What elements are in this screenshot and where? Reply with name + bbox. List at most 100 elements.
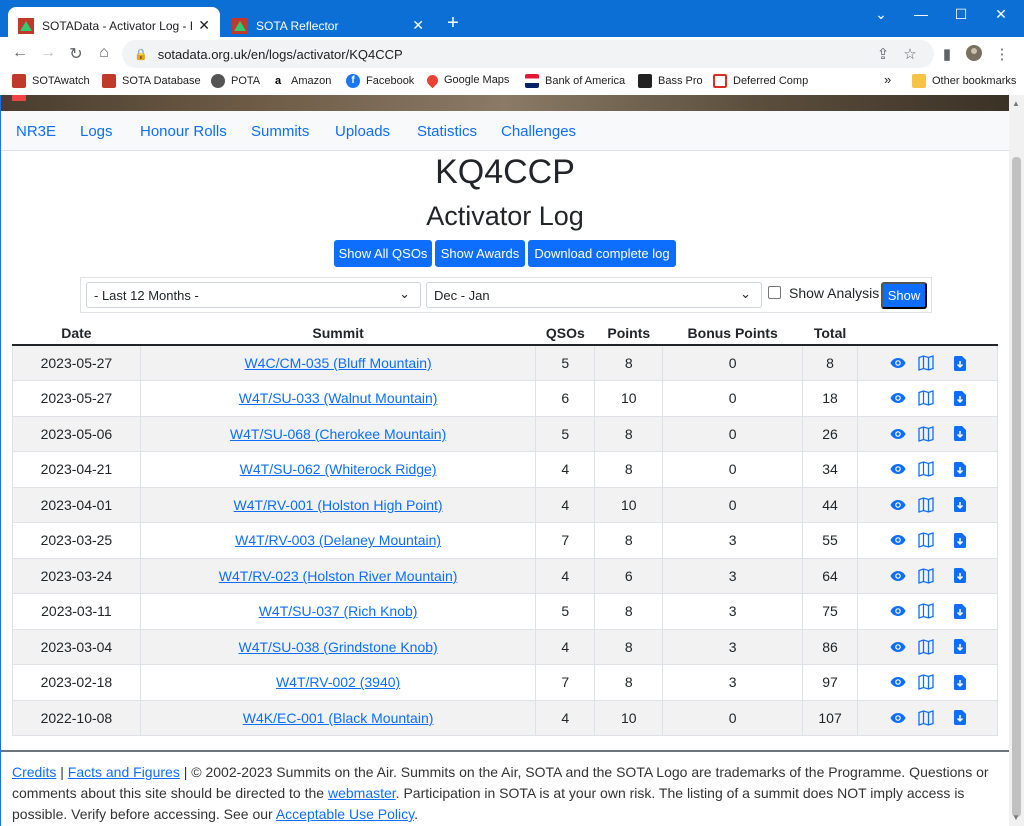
eye-icon[interactable]	[890, 641, 906, 653]
bookmark-facebook[interactable]: f Facebook	[346, 74, 414, 88]
period-select[interactable]: - Last 12 Months - ⌄	[86, 282, 421, 308]
download-file-icon[interactable]	[953, 461, 966, 477]
star-icon[interactable]: ☆	[900, 45, 920, 63]
acceptable-use-policy-link[interactable]: Acceptable Use Policy	[276, 806, 414, 822]
map-icon[interactable]	[917, 390, 934, 407]
scroll-up-icon[interactable]: ▲	[1012, 99, 1020, 108]
summit-link[interactable]: W4T/SU-037 (Rich Knob)	[259, 603, 418, 619]
nav-challenges[interactable]: Challenges	[501, 123, 576, 140]
column-header-qsos[interactable]: QSOs	[535, 321, 595, 346]
download-file-icon[interactable]	[953, 710, 966, 726]
forward-button[interactable]: →	[38, 44, 58, 62]
nav-statistics[interactable]: Statistics	[417, 123, 477, 140]
bookmark-sota-database[interactable]: SOTA Database	[102, 74, 201, 88]
maximize-button[interactable]: ☐	[946, 6, 976, 23]
eye-icon[interactable]	[890, 605, 906, 617]
close-icon[interactable]: ✕	[412, 17, 424, 34]
bookmark-deferred-comp[interactable]: Deferred Comp	[713, 74, 808, 88]
column-header-total[interactable]: Total	[802, 321, 858, 346]
eye-icon[interactable]	[890, 712, 906, 724]
nav-honour-rolls[interactable]: Honour Rolls	[140, 123, 227, 140]
map-icon[interactable]	[917, 532, 934, 549]
nav-nr3e[interactable]: NR3E	[16, 123, 56, 140]
menu-icon[interactable]: ⋮	[992, 45, 1012, 63]
side-panel-icon[interactable]: ▮	[937, 45, 957, 63]
webmaster-link[interactable]: webmaster	[328, 785, 396, 801]
summit-link[interactable]: W4T/SU-068 (Cherokee Mountain)	[230, 426, 446, 442]
map-icon[interactable]	[917, 355, 934, 371]
page-scrollbar[interactable]: ▲ ▼	[1009, 95, 1024, 826]
nav-uploads[interactable]: Uploads	[335, 123, 390, 140]
column-header-summit[interactable]: Summit	[140, 321, 536, 346]
bookmark-amazon[interactable]: a Amazon	[271, 74, 331, 88]
credits-link[interactable]: Credits	[12, 764, 56, 780]
download-file-icon[interactable]	[953, 355, 966, 371]
bookmark-sotawatch[interactable]: SOTAwatch	[12, 74, 90, 88]
bookmark-bass-pro[interactable]: Bass Pro	[638, 74, 703, 88]
eye-icon[interactable]	[890, 428, 906, 440]
avatar[interactable]	[964, 45, 984, 65]
eye-icon[interactable]	[890, 499, 906, 511]
scroll-down-icon[interactable]: ▼	[1012, 813, 1020, 822]
other-bookmarks[interactable]: Other bookmarks	[912, 74, 1016, 88]
eye-icon[interactable]	[890, 534, 906, 546]
download-file-icon[interactable]	[953, 568, 966, 584]
column-header-date[interactable]: Date	[12, 321, 141, 346]
download-log-button[interactable]: Download complete log	[528, 240, 676, 267]
home-button[interactable]: ⌂	[94, 44, 114, 62]
months-select[interactable]: Dec - Jan ⌄	[426, 282, 762, 308]
map-icon[interactable]	[917, 638, 934, 655]
column-header-bonus-points[interactable]: Bonus Points	[662, 321, 803, 346]
scrollbar-thumb[interactable]	[1012, 157, 1021, 817]
summit-link[interactable]: W4K/EC-001 (Black Mountain)	[243, 710, 434, 726]
summit-link[interactable]: W4T/RV-001 (Holston High Point)	[234, 497, 443, 513]
map-icon[interactable]	[917, 674, 934, 691]
download-file-icon[interactable]	[953, 426, 966, 442]
show-awards-button[interactable]: Show Awards	[435, 240, 525, 267]
new-tab-button[interactable]: +	[442, 12, 464, 35]
summit-link[interactable]: W4T/RV-002 (3940)	[276, 674, 400, 690]
eye-icon[interactable]	[890, 357, 906, 369]
summit-link[interactable]: W4T/SU-062 (Whiterock Ridge)	[240, 461, 437, 477]
download-file-icon[interactable]	[953, 639, 966, 655]
tab-search-icon[interactable]: ⌄	[866, 6, 896, 23]
summit-link[interactable]: W4C/CM-035 (Bluff Mountain)	[244, 355, 431, 371]
eye-icon[interactable]	[890, 570, 906, 582]
map-icon[interactable]	[917, 603, 934, 620]
download-file-icon[interactable]	[953, 603, 966, 619]
bookmark-bank-of-america[interactable]: Bank of America	[525, 74, 625, 88]
facts-and-figures-link[interactable]: Facts and Figures	[68, 764, 180, 780]
address-bar[interactable]: 🔒 sotadata.org.uk/en/logs/activator/KQ4C…	[122, 40, 934, 68]
nav-summits[interactable]: Summits	[251, 123, 309, 140]
map-icon[interactable]	[917, 425, 934, 442]
map-icon[interactable]	[917, 496, 934, 513]
close-icon[interactable]: ✕	[198, 17, 210, 34]
download-file-icon[interactable]	[953, 390, 966, 406]
show-all-qsos-button[interactable]: Show All QSOs	[334, 240, 432, 267]
summit-link[interactable]: W4T/RV-023 (Holston River Mountain)	[219, 568, 458, 584]
download-file-icon[interactable]	[953, 497, 966, 513]
show-button[interactable]: Show	[881, 282, 927, 309]
minimize-button[interactable]: —	[906, 6, 936, 22]
bookmarks-overflow-button[interactable]: »	[884, 72, 891, 87]
show-analysis-checkbox[interactable]	[768, 286, 781, 299]
back-button[interactable]: ←	[10, 44, 30, 62]
summit-link[interactable]: W4T/SU-033 (Walnut Mountain)	[239, 390, 438, 406]
map-icon[interactable]	[917, 461, 934, 478]
eye-icon[interactable]	[890, 392, 906, 404]
summit-link[interactable]: W4T/SU-038 (Grindstone Knob)	[238, 639, 437, 655]
nav-logs[interactable]: Logs	[80, 123, 113, 140]
bookmark-pota[interactable]: POTA	[211, 74, 260, 88]
column-header-points[interactable]: Points	[594, 321, 663, 346]
reload-button[interactable]: ↻	[66, 44, 86, 64]
map-icon[interactable]	[917, 567, 934, 584]
download-file-icon[interactable]	[953, 532, 966, 548]
download-file-icon[interactable]	[953, 674, 966, 690]
summit-link[interactable]: W4T/RV-003 (Delaney Mountain)	[235, 532, 441, 548]
eye-icon[interactable]	[890, 463, 906, 475]
bookmark-google-maps[interactable]: Google Maps	[424, 72, 509, 88]
close-window-button[interactable]: ✕	[986, 6, 1016, 23]
eye-icon[interactable]	[890, 676, 906, 688]
map-icon[interactable]	[917, 709, 934, 726]
share-icon[interactable]: ⇪	[873, 45, 893, 63]
